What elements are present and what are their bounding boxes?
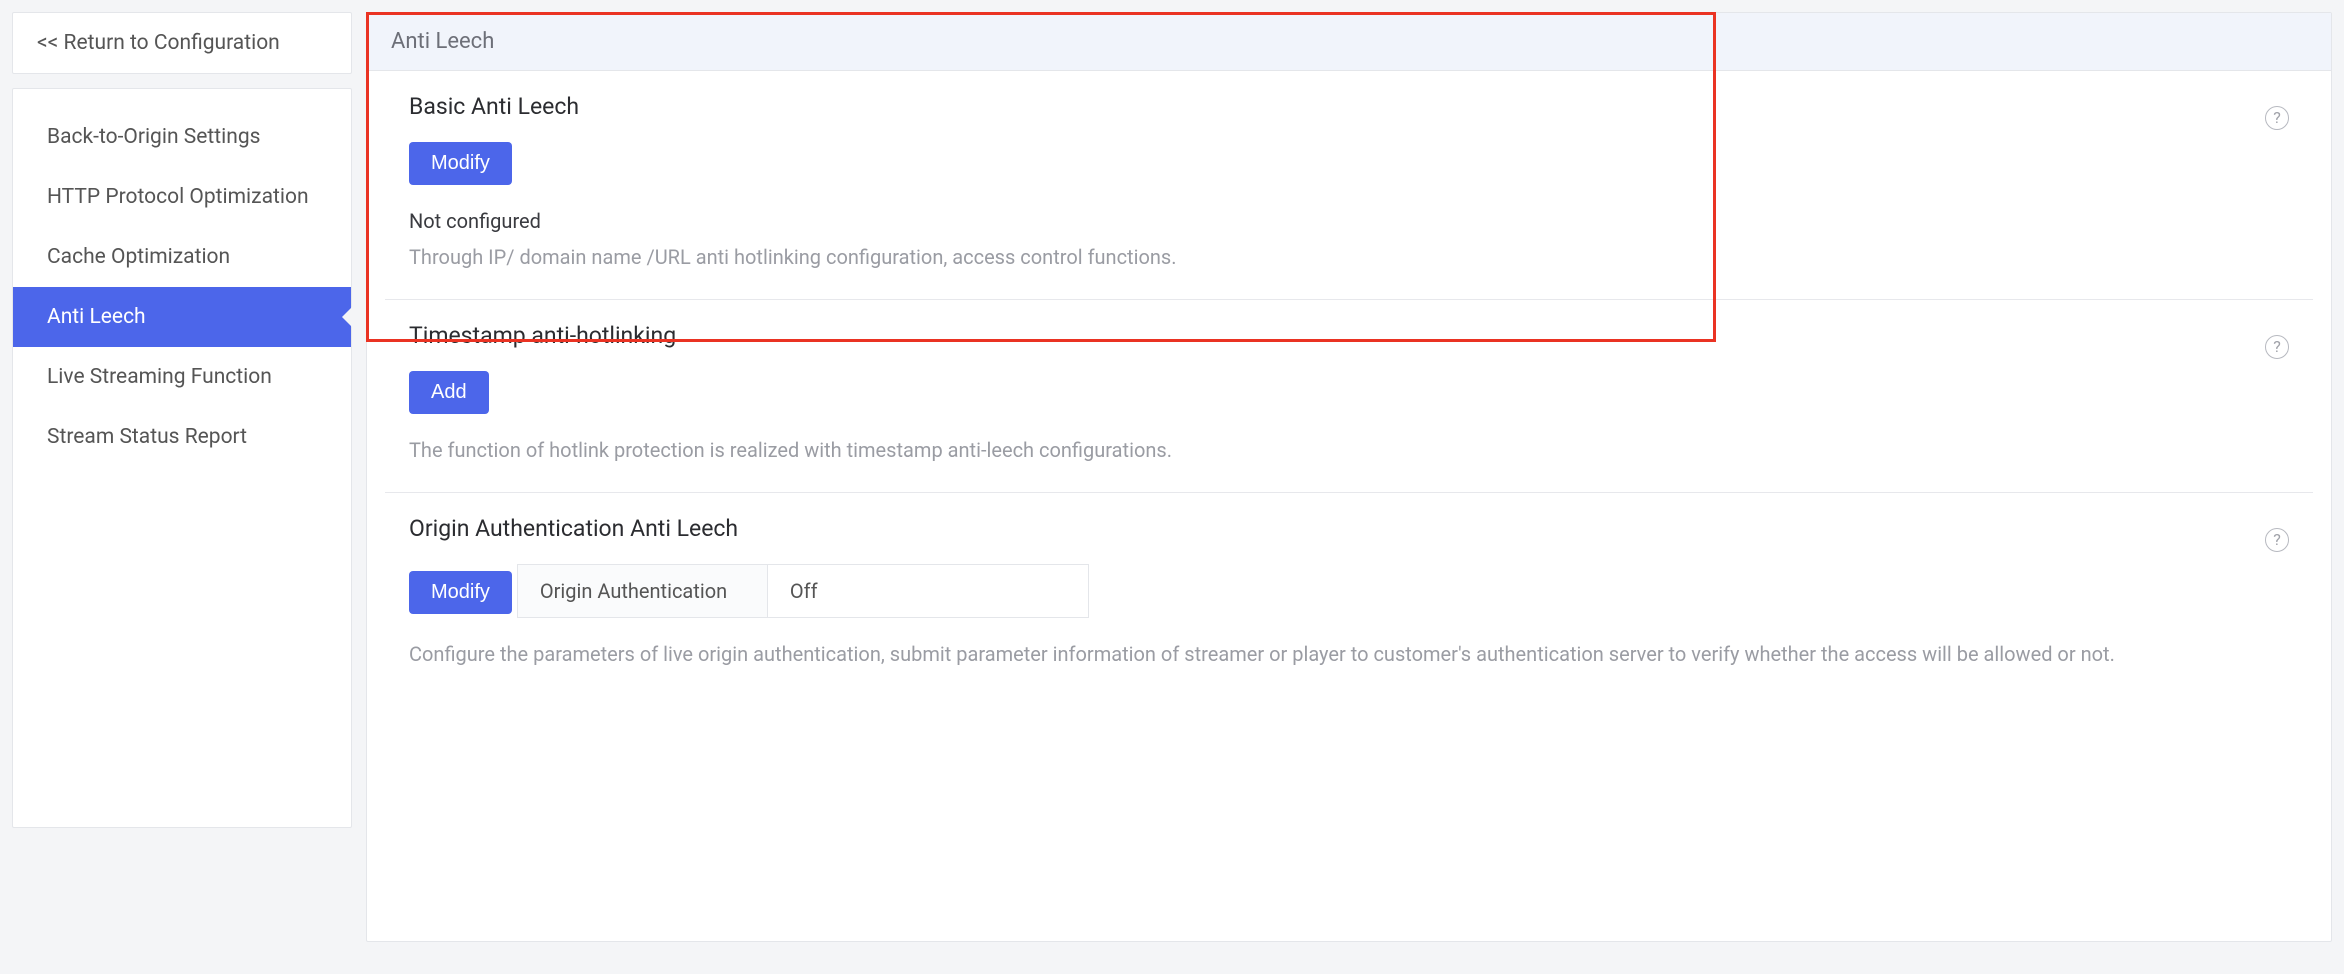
sidebar-item-http-protocol[interactable]: HTTP Protocol Optimization (13, 167, 351, 227)
basic-status-text: Not configured (409, 209, 2289, 233)
add-timestamp-button[interactable]: Add (409, 371, 489, 414)
section-timestamp-anti-hotlinking: Timestamp anti-hotlinking ? Add The func… (385, 300, 2313, 493)
origin-auth-description: Configure the parameters of live origin … (409, 642, 2289, 666)
page-title: Anti Leech (367, 13, 2331, 71)
modify-basic-button[interactable]: Modify (409, 142, 512, 185)
help-icon[interactable]: ? (2265, 528, 2289, 552)
section-title-basic: Basic Anti Leech (409, 93, 579, 120)
app-root: << Return to Configuration Back-to-Origi… (0, 0, 2344, 954)
sidebar-item-cache-optimization[interactable]: Cache Optimization (13, 227, 351, 287)
section-title-timestamp: Timestamp anti-hotlinking (409, 322, 676, 349)
sidebar-menu: Back-to-Origin Settings HTTP Protocol Op… (12, 88, 352, 828)
return-to-configuration-link[interactable]: << Return to Configuration (12, 12, 352, 74)
modify-origin-auth-button[interactable]: Modify (409, 571, 512, 614)
sidebar-item-live-streaming[interactable]: Live Streaming Function (13, 347, 351, 407)
help-icon[interactable]: ? (2265, 106, 2289, 130)
section-origin-auth: Origin Authentication Anti Leech ? Modif… (385, 493, 2313, 696)
origin-auth-table: Origin Authentication Off (517, 564, 1089, 618)
sidebar-item-back-to-origin[interactable]: Back-to-Origin Settings (13, 107, 351, 167)
timestamp-description: The function of hotlink protection is re… (409, 438, 2289, 462)
basic-description: Through IP/ domain name /URL anti hotlin… (409, 245, 2289, 269)
sidebar-item-stream-status[interactable]: Stream Status Report (13, 407, 351, 467)
sidebar: << Return to Configuration Back-to-Origi… (12, 12, 352, 828)
origin-auth-key: Origin Authentication (518, 565, 768, 617)
section-basic-anti-leech: Basic Anti Leech ? Modify Not configured… (385, 71, 2313, 300)
section-title-origin-auth: Origin Authentication Anti Leech (409, 515, 738, 542)
sidebar-item-anti-leech[interactable]: Anti Leech (13, 287, 351, 347)
origin-auth-value: Off (768, 565, 1088, 617)
main-panel: Anti Leech Basic Anti Leech ? Modify Not… (366, 12, 2332, 942)
help-icon[interactable]: ? (2265, 335, 2289, 359)
